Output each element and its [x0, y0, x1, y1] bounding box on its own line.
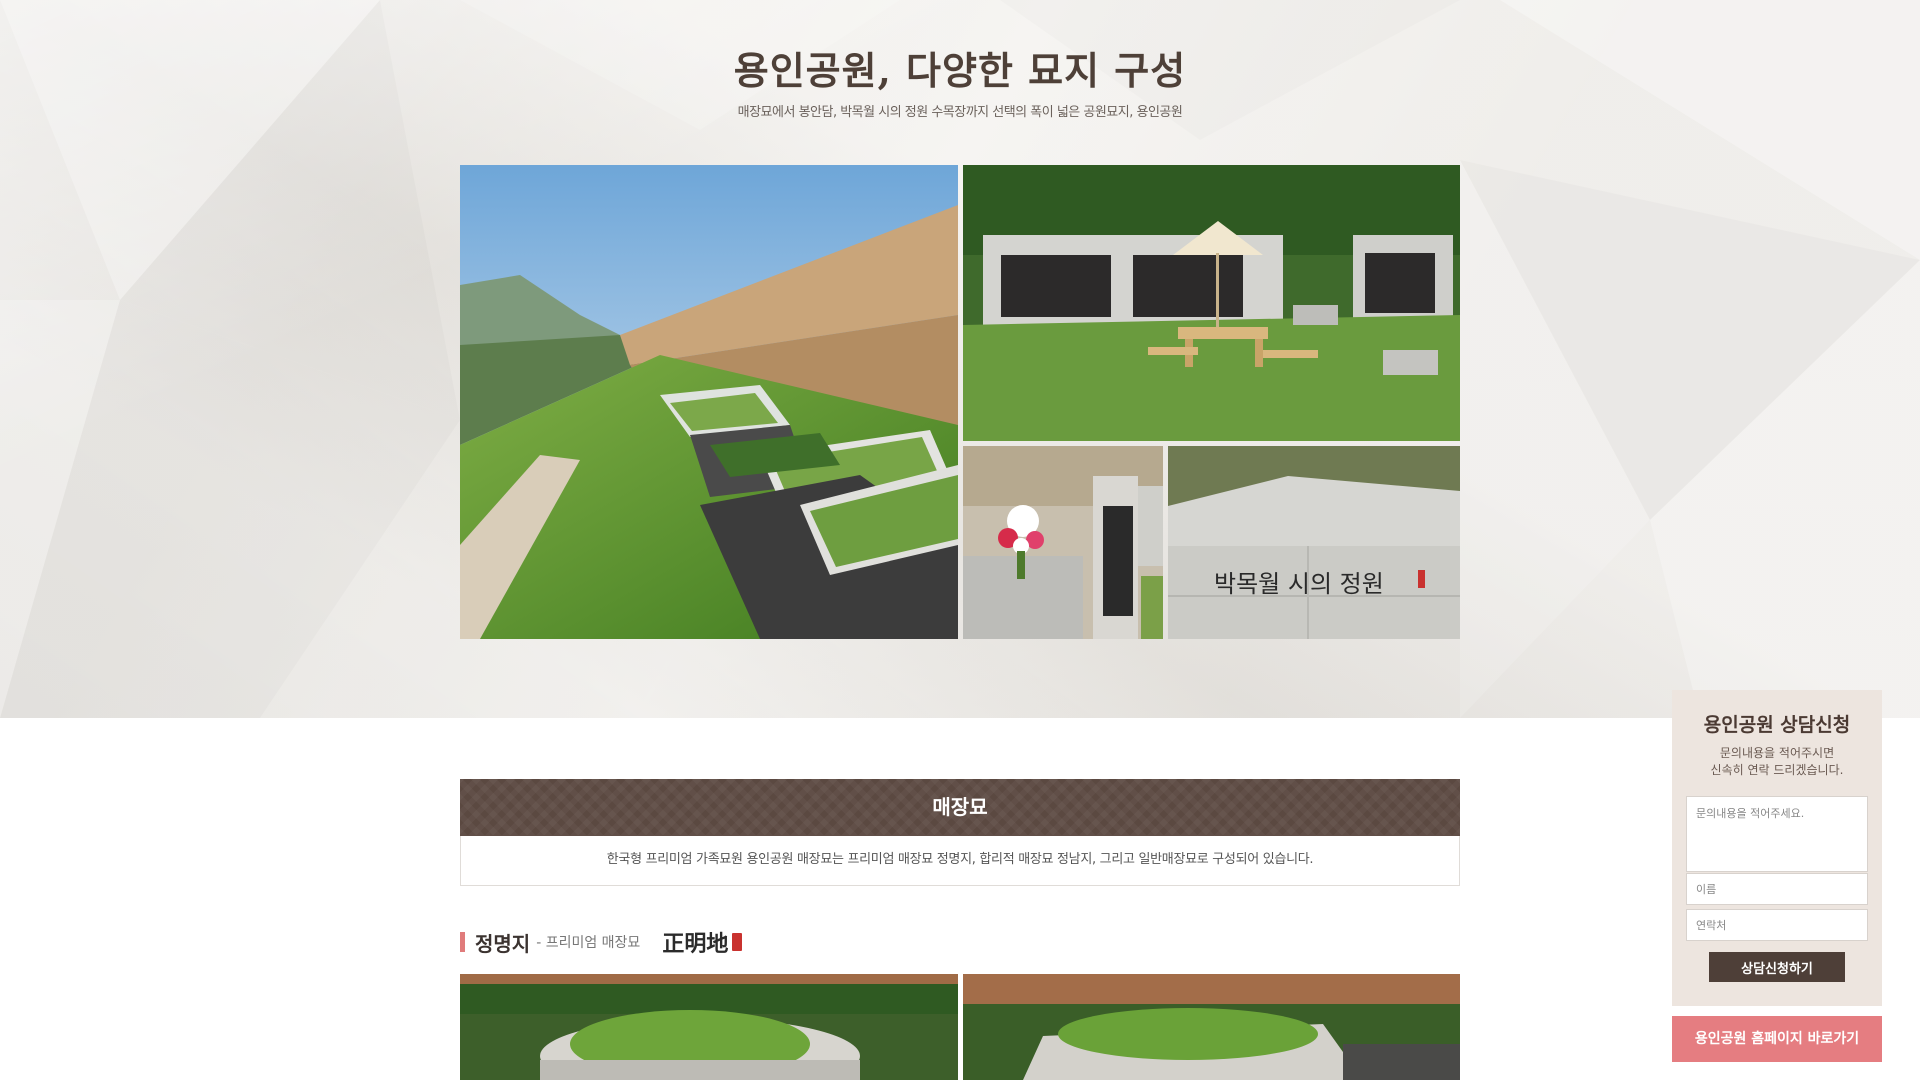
- consult-subtitle-line1: 문의내용을 적어주시면: [1719, 746, 1835, 760]
- photo-flower-memorial: [963, 446, 1163, 639]
- page-subtitle: 매장묘에서 봉안담, 박목월 시의 정원 수목장까지 선택의 폭이 넓은 공원묘…: [737, 105, 1183, 120]
- photo-premium-grave-1: [460, 974, 958, 1080]
- photo-terraced-graves: [460, 165, 958, 639]
- photo-stone-caption: 박목월 시의 정원: [1214, 570, 1384, 598]
- homepage-link-button[interactable]: 용인공원 홈페이지 바로가기: [1672, 1016, 1882, 1062]
- seal-stamp-icon: [732, 933, 743, 951]
- consult-submit-button[interactable]: 상담신청하기: [1709, 952, 1845, 982]
- subsection-marker: [460, 932, 465, 952]
- section-title: 매장묘: [932, 795, 988, 819]
- subsection-desc: - 프리미엄 매장묘: [536, 935, 641, 951]
- hero-section: 용인공원, 다양한 묘지 구성 매장묘에서 봉안담, 박목월 시의 정원 수목장…: [0, 0, 1920, 718]
- page-title: 용인공원, 다양한 묘지 구성: [733, 48, 1187, 93]
- consult-panel: 용인공원 상담신청 문의내용을 적어주시면 신속히 연락 드리겠습니다. 상담신…: [1672, 690, 1882, 1006]
- consult-message-field[interactable]: [1686, 796, 1868, 872]
- photo-pavilion-picnic: [963, 165, 1460, 441]
- consult-subtitle-line2: 신속히 연락 드리겠습니다.: [1710, 763, 1844, 777]
- subsection-hanja: 正明地: [662, 931, 729, 957]
- photo-poet-garden-stone: 박목월 시의 정원: [1168, 446, 1460, 639]
- subsection-heading: 정명지 - 프리미엄 매장묘 正明地: [460, 925, 743, 959]
- section-description: 한국형 프리미엄 가족묘원 용인공원 매장묘는 프리미엄 매장묘 정명지, 합리…: [460, 836, 1460, 886]
- consult-phone-field[interactable]: [1686, 909, 1868, 941]
- consult-title: 용인공원 상담신청: [1703, 714, 1851, 736]
- consult-name-field[interactable]: [1686, 873, 1868, 905]
- section-title-bar: 매장묘: [460, 779, 1460, 836]
- consult-subtitle: 문의내용을 적어주시면 신속히 연락 드리겠습니다.: [1672, 745, 1882, 779]
- subsection-title: 정명지: [475, 931, 531, 956]
- photo-premium-grave-2: [963, 974, 1460, 1080]
